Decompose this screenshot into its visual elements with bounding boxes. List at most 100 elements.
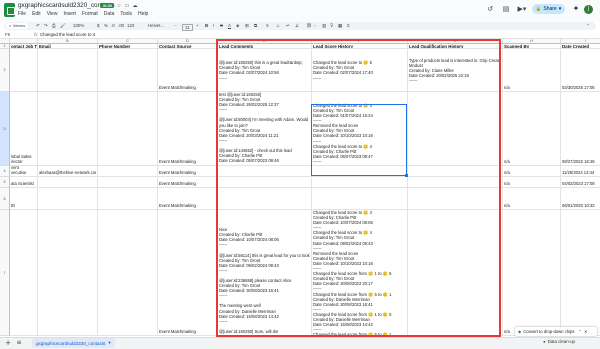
table-cell[interactable]: 04/02/2023 17:08 [561, 177, 600, 188]
add-sheet-icon[interactable]: + [4, 339, 12, 347]
text-rotation-icon[interactable]: ∠ [295, 23, 299, 29]
data-cleanup-button[interactable]: ● Data clean-up [543, 339, 575, 344]
comment-icon[interactable]: ▤ [502, 5, 510, 13]
cloud-icon[interactable]: ☁ [132, 3, 138, 9]
filter-views-icon[interactable]: ▦ [338, 23, 342, 29]
menu-item-help[interactable]: Help [138, 11, 148, 17]
font-size-input[interactable]: 11 [182, 23, 193, 31]
table-cell[interactable] [38, 49, 98, 92]
font-family-select[interactable]: Helvet... [148, 23, 164, 29]
table-cell[interactable]: n/a [503, 210, 561, 336]
table-cell[interactable]: 03/30/2025 17:05 [561, 49, 600, 92]
table-cell[interactable]: 11/25/2024 13:44 [561, 166, 600, 177]
table-cell[interactable]: vent xecutive [10, 166, 38, 177]
percent-button[interactable]: % [104, 23, 108, 29]
table-cell[interactable]: n/a [503, 92, 561, 166]
table-cell[interactable] [98, 188, 158, 210]
menu-item-edit[interactable]: Edit [32, 11, 41, 17]
table-cell[interactable]: Event Matchmaking [158, 92, 218, 166]
table-cell[interactable] [38, 92, 98, 166]
text-wrap-icon[interactable]: ↵ [286, 23, 290, 29]
convert-chips-toast[interactable]: ◆ Convert to drop-down chips ⌃ ✕ [515, 327, 597, 336]
table-cell[interactable] [38, 177, 98, 188]
row-header[interactable]: 6 [0, 188, 10, 210]
table-cell[interactable]: Event Matchmaking [158, 166, 218, 177]
table-cell[interactable]: 08/27/2022 16:26 [561, 92, 600, 166]
close-icon[interactable]: ✕ [584, 329, 588, 334]
currency-button[interactable]: $ [97, 23, 99, 29]
table-cell[interactable]: Event Matchmaking [158, 49, 218, 92]
add-on-icon[interactable]: ✦ [572, 4, 580, 14]
table-cell[interactable] [38, 188, 98, 210]
font-size-decrease-button[interactable]: − [174, 23, 177, 29]
table-cell[interactable]: ata Scientist [10, 177, 38, 188]
menu-item-file[interactable]: File [18, 11, 26, 17]
folder-icon[interactable]: ▭ [124, 3, 130, 9]
text-color-button[interactable]: A [228, 23, 231, 29]
table-cell[interactable] [10, 210, 38, 336]
row-header[interactable]: 2 [0, 49, 10, 92]
name-box[interactable]: F5 [5, 32, 10, 37]
table-cell[interactable] [38, 210, 98, 336]
table-cell[interactable]: n/a [503, 188, 561, 210]
table-cell[interactable]: 03/04/2024 13:08 [561, 210, 600, 336]
zoom-select[interactable]: 100% [73, 23, 84, 29]
table-cell[interactable] [10, 49, 38, 92]
chevron-up-icon[interactable]: ⌃ [578, 329, 582, 334]
print-icon[interactable]: ⎙ [52, 23, 56, 29]
search-menus-input[interactable]: ⌕ Menus [6, 22, 29, 29]
table-cell[interactable] [98, 210, 158, 336]
align-horizontal-icon[interactable]: ≡ [266, 23, 269, 29]
row-header[interactable]: 7 [0, 210, 10, 336]
merge-cells-icon[interactable]: ⧉ [254, 23, 257, 29]
menu-item-view[interactable]: View [47, 11, 58, 17]
meet-icon[interactable]: ▶▾ [516, 5, 528, 13]
table-cell[interactable] [98, 92, 158, 166]
menu-item-data[interactable]: Data [104, 11, 115, 17]
font-size-increase-button[interactable]: + [196, 23, 199, 29]
avatar[interactable]: J [584, 5, 593, 14]
table-cell[interactable]: n/a [503, 166, 561, 177]
number-format-button[interactable]: 123 [127, 23, 134, 29]
menu-item-format[interactable]: Format [82, 11, 98, 17]
table-cell[interactable]: Event Matchmaking [158, 177, 218, 188]
collapse-toolbar-icon[interactable]: ⌃ [586, 23, 590, 29]
row-header[interactable]: 4 [0, 166, 10, 177]
bold-button[interactable]: B [205, 23, 208, 29]
strikethrough-button[interactable]: S [220, 23, 223, 29]
menu-item-insert[interactable]: Insert [63, 11, 76, 17]
table-cell[interactable]: Event Matchmaking [158, 210, 218, 336]
sheet-list-icon[interactable]: ≡ [15, 339, 23, 347]
table-cell[interactable] [98, 166, 158, 177]
insert-chart-icon[interactable]: ▥ [322, 23, 326, 29]
fill-color-icon[interactable]: ◈ [236, 23, 239, 29]
fill-handle[interactable] [405, 174, 408, 177]
table-cell[interactable]: alexhaas@thehive-network.com [38, 166, 98, 177]
history-icon[interactable]: ↺ [486, 5, 494, 13]
share-button[interactable]: 🔒 Share ▾ [532, 4, 565, 14]
borders-icon[interactable]: ⊞ [245, 23, 249, 29]
sheet-tab[interactable]: gxgraphicscardsuld2320_contacts ▾ [32, 338, 115, 348]
formula-input[interactable]: Changed the lead score to 4 [40, 32, 95, 37]
undo-icon[interactable]: ↶ [36, 23, 40, 29]
row-header[interactable]: 5 [0, 177, 10, 188]
insert-link-icon[interactable]: ⛓ [306, 23, 312, 29]
table-cell[interactable]: Event Matchmaking [158, 188, 218, 210]
paint-format-icon[interactable]: 🖌 [60, 23, 66, 29]
table-cell[interactable]: lobal Sales irector [10, 92, 38, 166]
table-cell[interactable]: n/a [503, 49, 561, 92]
decrease-decimal-button[interactable]: .0 [111, 23, 115, 29]
table-cell[interactable] [98, 177, 158, 188]
sheets-logo-icon[interactable] [4, 3, 15, 17]
table-cell[interactable]: 06/01/2020 10:32 [561, 188, 600, 210]
italic-button[interactable]: I [213, 23, 214, 29]
table-cell[interactable]: ID [10, 188, 38, 210]
table-cell[interactable]: n/a [503, 177, 561, 188]
functions-icon[interactable]: Σ [347, 23, 350, 29]
increase-decimal-button[interactable]: .00 [118, 23, 124, 29]
table-cell[interactable] [98, 49, 158, 92]
star-icon[interactable]: ☆ [116, 3, 122, 9]
filter-icon[interactable]: ⊽ [330, 23, 333, 29]
redo-icon[interactable]: ↷ [44, 23, 48, 29]
menu-item-tools[interactable]: Tools [120, 11, 132, 17]
